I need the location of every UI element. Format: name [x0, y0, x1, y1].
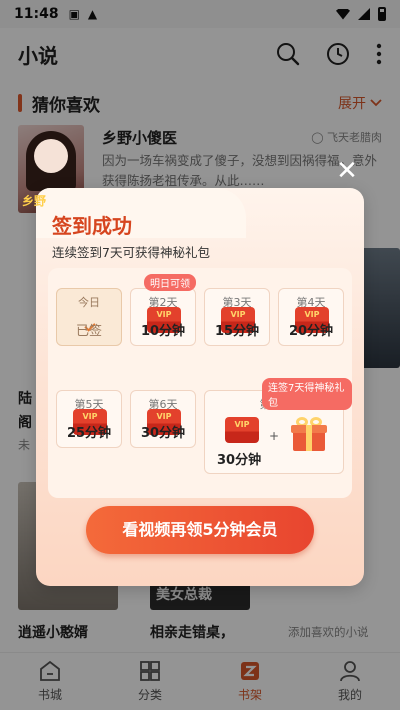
- gift-box-icon: [289, 415, 329, 453]
- day-reward: 20分钟: [288, 324, 334, 339]
- dialog-title: 签到成功: [52, 214, 132, 238]
- day-name: 今日: [78, 296, 100, 309]
- day-card-5[interactable]: 第5天 VIP 25分钟: [56, 390, 122, 448]
- book-cover-text: 乡野: [22, 194, 47, 208]
- day-reward: 30分钟: [140, 426, 186, 441]
- dialog-subtitle: 连续签到7天可获得神秘礼包: [52, 245, 210, 260]
- plus-sign: +: [269, 429, 280, 443]
- day-reward: 已签: [75, 324, 102, 339]
- day-reward: 10分钟: [140, 324, 186, 339]
- day-card-4[interactable]: 第4天 VIP 20分钟: [278, 288, 344, 346]
- day-reward: 25分钟: [66, 426, 112, 441]
- streak-gift-badge: 连签7天得神秘礼包: [262, 378, 352, 410]
- signin-dialog: 签到成功 连续签到7天可获得神秘礼包 今日 已签 第2天 VIP 10分钟 明日…: [36, 188, 364, 586]
- watch-video-cta-button[interactable]: 看视频再领5分钟会员: [86, 506, 314, 554]
- signin-days-panel: 今日 已签 第2天 VIP 10分钟 明日可领 第3天 VIP 15分钟 第4天…: [48, 268, 352, 498]
- vip-envelope-icon: VIP: [225, 417, 259, 443]
- day-card-3[interactable]: 第3天 VIP 15分钟: [204, 288, 270, 346]
- day-card-2[interactable]: 第2天 VIP 10分钟: [130, 288, 196, 346]
- day-card-1: 今日 已签: [56, 288, 122, 346]
- day-card-6[interactable]: 第6天 VIP 30分钟: [130, 390, 196, 448]
- close-icon[interactable]: ✕: [334, 158, 360, 184]
- day-7-reward: 30分钟: [217, 453, 262, 468]
- tomorrow-badge: 明日可领: [144, 274, 196, 291]
- day-reward: 15分钟: [214, 324, 260, 339]
